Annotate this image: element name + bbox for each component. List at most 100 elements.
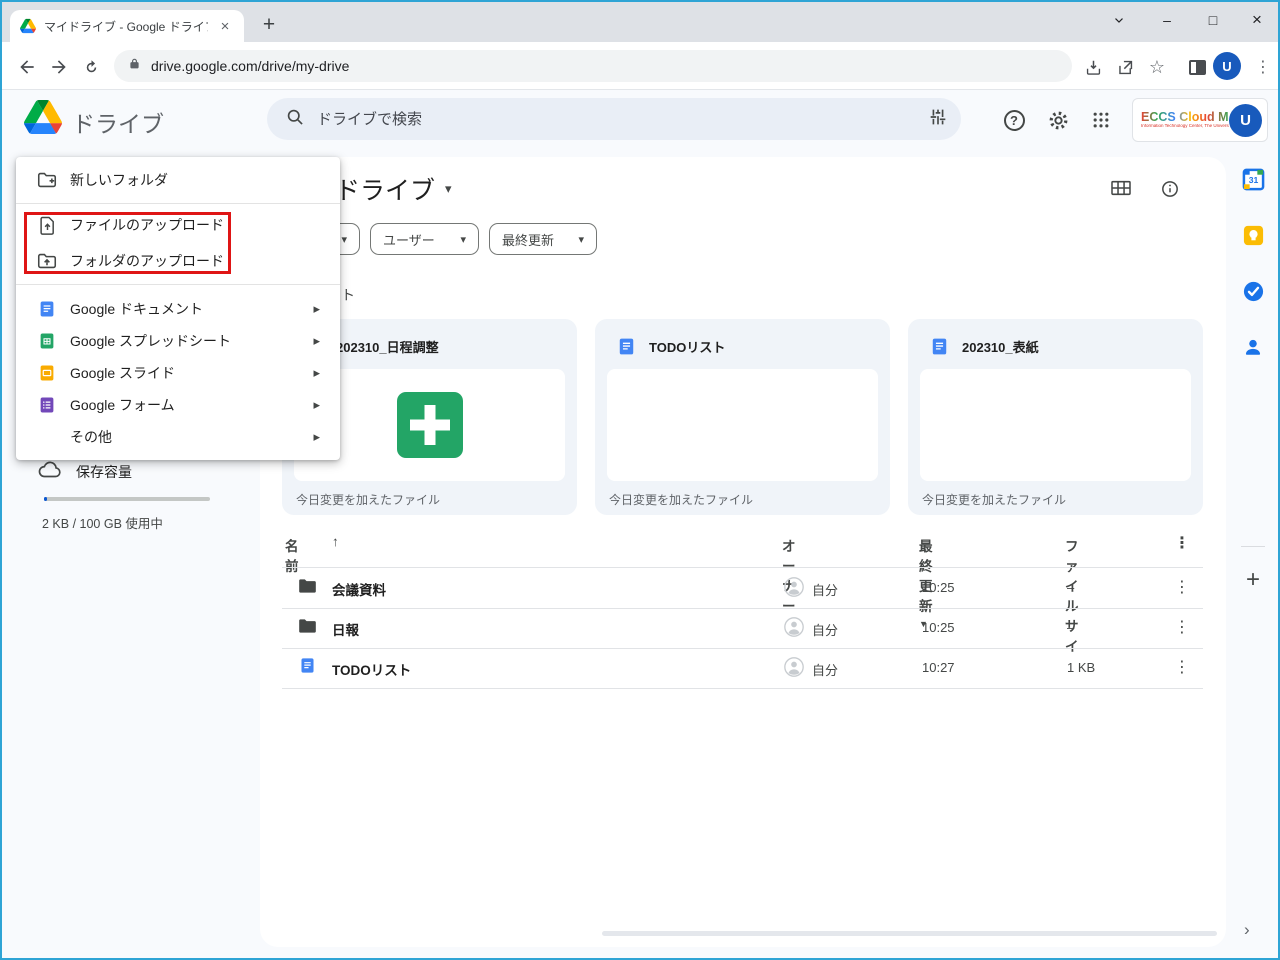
modified-time: 10:25: [922, 620, 955, 635]
window-close-button[interactable]: ×: [1236, 4, 1278, 36]
settings-gear-icon[interactable]: [1045, 107, 1071, 133]
submenu-arrow-icon: ▸: [313, 397, 320, 412]
docs-icon: [615, 335, 637, 357]
reload-button[interactable]: [78, 54, 104, 80]
slides-icon: [36, 362, 58, 384]
menu-item-google-forms[interactable]: Google フォーム ▸: [16, 389, 340, 421]
search-icon: [285, 107, 305, 132]
storage-progress-bar: [44, 497, 210, 501]
lock-icon: [128, 56, 141, 76]
card-footer: 今日変更を加えたファイル: [296, 493, 441, 507]
submenu-arrow-icon: ▸: [313, 301, 320, 316]
column-name[interactable]: 名前: [285, 535, 299, 575]
card-footer: 今日変更を加えたファイル: [922, 493, 1067, 507]
docs-icon: [928, 335, 950, 357]
filter-chip-modified[interactable]: 最終更新 ▾: [489, 223, 597, 255]
new-tab-button[interactable]: +: [254, 10, 284, 40]
rail-add-button[interactable]: +: [1239, 566, 1267, 594]
drive-search-bar[interactable]: [267, 98, 961, 140]
window-minimize-button[interactable]: –: [1146, 4, 1188, 36]
chevron-down-icon: ▾: [460, 233, 466, 246]
folder-icon: [298, 618, 317, 639]
list-grid-toggle[interactable]: [1110, 179, 1132, 197]
collapse-panel-chevron-icon[interactable]: ›: [1244, 920, 1250, 940]
card-title: 202310_日程調整: [336, 339, 439, 355]
eccs-logo-text: ECCS Cloud Mail: [1141, 109, 1243, 124]
drive-account-avatar[interactable]: U: [1229, 103, 1262, 137]
row-kebab-icon[interactable]: ⋮: [1174, 577, 1190, 597]
owner-label: 自分: [812, 583, 839, 598]
browser-window: マイドライブ - Google ドライブ × + – □ × drive.goo…: [0, 0, 1280, 960]
eccs-subtitle: Information Technology Center, The Unive…: [1141, 124, 1229, 129]
table-header-kebab-icon[interactable]: ⋮: [1174, 533, 1190, 553]
storage-section[interactable]: 保存容量: [38, 460, 132, 483]
contacts-icon[interactable]: [1241, 335, 1265, 359]
url-bar[interactable]: drive.google.com/drive/my-drive: [114, 50, 1072, 82]
file-size: –: [1067, 620, 1075, 635]
share-icon[interactable]: [1112, 54, 1138, 80]
submenu-arrow-icon: ▸: [313, 333, 320, 348]
drive-logo[interactable]: [24, 100, 62, 139]
side-panel-icon[interactable]: [1184, 54, 1210, 80]
download-icon[interactable]: [1080, 54, 1106, 80]
file-size: 1 KB: [1067, 660, 1096, 675]
row-kebab-icon[interactable]: ⋮: [1174, 657, 1190, 677]
card-preview: [920, 369, 1191, 481]
cloud-icon: [38, 460, 62, 483]
card-title: TODOリスト: [649, 339, 726, 355]
folder-icon: [298, 578, 317, 599]
forms-icon: [36, 394, 58, 416]
calendar-icon[interactable]: 31: [1241, 167, 1265, 191]
svg-text:31: 31: [1248, 175, 1258, 185]
search-options-tune-icon[interactable]: [927, 106, 949, 133]
search-input[interactable]: [317, 110, 915, 128]
docs-icon: [36, 298, 58, 320]
row-kebab-icon[interactable]: ⋮: [1174, 617, 1190, 637]
docs-icon: [299, 657, 316, 679]
menu-item-more[interactable]: その他 ▸: [16, 421, 340, 453]
bookmark-star-icon[interactable]: ☆: [1144, 54, 1170, 80]
browser-menu-kebab-icon[interactable]: ⋮: [1250, 54, 1276, 80]
keep-icon[interactable]: [1241, 223, 1265, 247]
menu-item-google-docs[interactable]: Google ドキュメント ▸: [16, 293, 340, 325]
menu-item-google-sheets[interactable]: Google スプレッドシート ▸: [16, 325, 340, 357]
tasks-icon[interactable]: [1241, 279, 1265, 303]
column-owner[interactable]: オーナー: [782, 535, 796, 615]
sheets-logo-large: [396, 392, 463, 458]
chevron-down-icon: ▾: [341, 233, 347, 246]
owner-label: 自分: [812, 663, 839, 678]
suggestion-card[interactable]: TODOリスト 今日変更を加えたファイル: [595, 319, 890, 515]
submenu-arrow-icon: ▸: [313, 429, 320, 444]
menu-item-new-folder[interactable]: 新しいフォルダ: [16, 157, 340, 203]
chevron-down-icon: ▾: [578, 233, 584, 246]
browser-tab[interactable]: マイドライブ - Google ドライブ ×: [10, 10, 244, 42]
suggestion-card[interactable]: 202310_表紙 今日変更を加えたファイル: [908, 319, 1203, 515]
apps-grid-icon[interactable]: [1088, 107, 1114, 133]
card-footer: 今日変更を加えたファイル: [609, 493, 754, 507]
modified-time: 10:27: [922, 660, 955, 675]
browser-profile-avatar[interactable]: U: [1213, 52, 1241, 80]
tab-search-chevron-icon[interactable]: [1098, 4, 1140, 36]
submenu-arrow-icon: ▸: [313, 365, 320, 380]
eccs-account-badge[interactable]: ECCS Cloud Mail Information Technology C…: [1132, 98, 1268, 142]
drive-app-name: ドライブ: [72, 111, 164, 137]
tab-title: マイドライブ - Google ドライブ: [44, 19, 208, 34]
sort-up-icon[interactable]: ↑: [332, 534, 339, 549]
owner-label: 自分: [812, 623, 839, 638]
tab-strip: マイドライブ - Google ドライブ × + – □ ×: [2, 2, 1278, 42]
horizontal-scrollbar[interactable]: [602, 931, 1217, 936]
filter-chip-user[interactable]: ユーザー ▾: [370, 223, 479, 255]
window-maximize-button[interactable]: □: [1192, 4, 1234, 36]
menu-item-google-slides[interactable]: Google スライド ▸: [16, 357, 340, 389]
modified-time: 10:25: [922, 580, 955, 595]
main-panel: マイドライブ ▾ タイプ▾ ユーザー▾ 最終更新▾ サジェスト: [260, 157, 1226, 947]
help-icon[interactable]: ?: [1001, 107, 1027, 133]
column-size[interactable]: ファイルサイ: [1065, 535, 1079, 655]
title-caret-icon: ▾: [445, 181, 452, 196]
tab-close-button[interactable]: ×: [216, 17, 234, 35]
new-menu: 新しいフォルダ ファイルのアップロード フォルダのアップロード Google ド…: [16, 157, 340, 460]
forward-button[interactable]: [46, 54, 72, 80]
card-preview: [607, 369, 878, 481]
back-button[interactable]: [14, 54, 40, 80]
details-info-icon[interactable]: [1160, 179, 1180, 199]
